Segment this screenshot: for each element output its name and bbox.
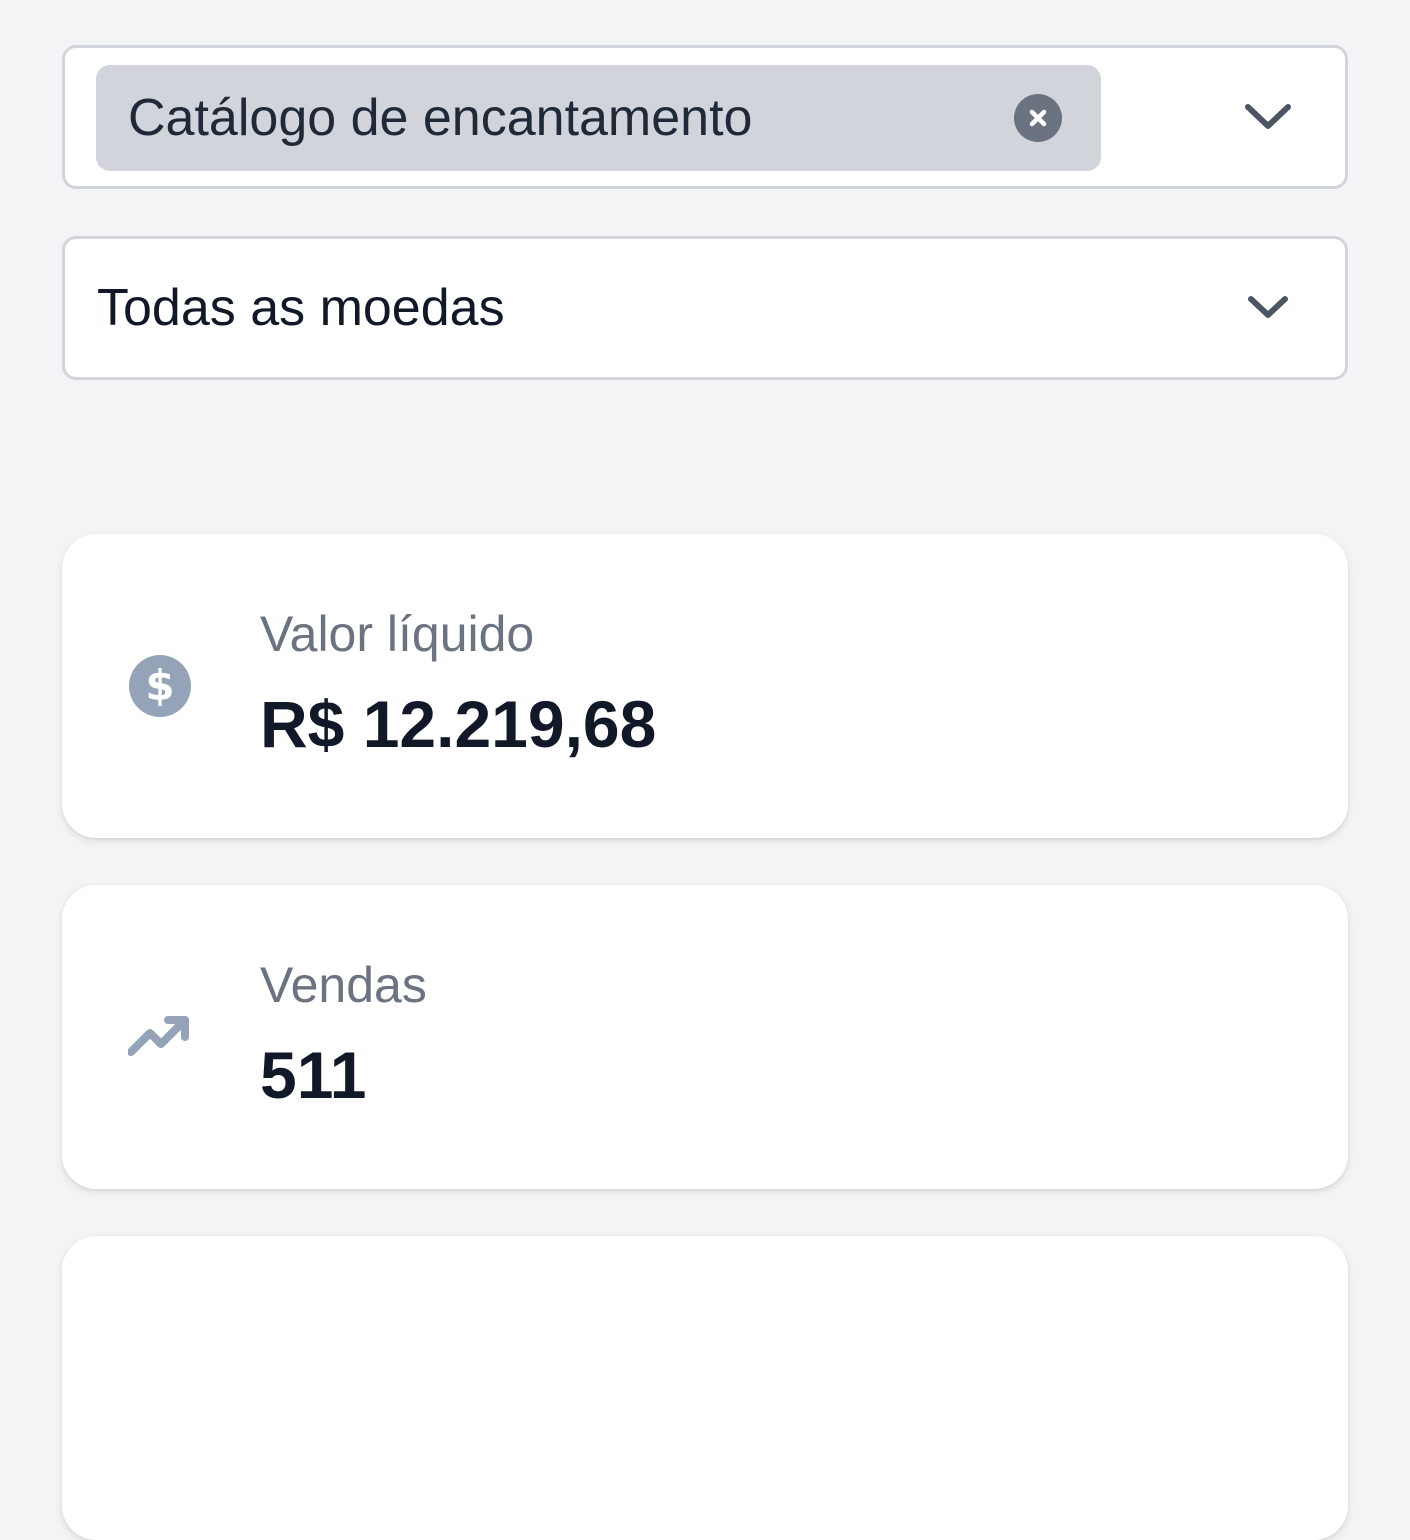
currency-select-value: Todas as moedas xyxy=(97,279,505,337)
sales-label: Vendas xyxy=(260,957,427,1013)
selected-product-chip: Catálogo de encantamento xyxy=(96,65,1101,171)
dollar-circle-icon: $ xyxy=(128,654,192,718)
next-stat-card xyxy=(62,1236,1348,1540)
chevron-down-icon[interactable] xyxy=(1243,95,1293,139)
trending-up-icon xyxy=(128,1005,192,1069)
currency-select[interactable]: Todas as moedas xyxy=(62,236,1348,380)
selected-product-chip-label: Catálogo de encantamento xyxy=(128,89,753,147)
net-value-label: Valor líquido xyxy=(260,606,535,662)
sales-card: Vendas 511 xyxy=(62,885,1348,1189)
net-value-card: $ Valor líquido R$ 12.219,68 xyxy=(62,534,1348,838)
net-value-amount: R$ 12.219,68 xyxy=(260,687,657,761)
sales-count: 511 xyxy=(260,1038,367,1112)
svg-text:$: $ xyxy=(145,661,174,710)
product-select[interactable]: Catálogo de encantamento xyxy=(62,45,1348,189)
remove-chip-icon[interactable] xyxy=(1014,94,1062,142)
chevron-down-icon[interactable] xyxy=(1243,286,1293,330)
